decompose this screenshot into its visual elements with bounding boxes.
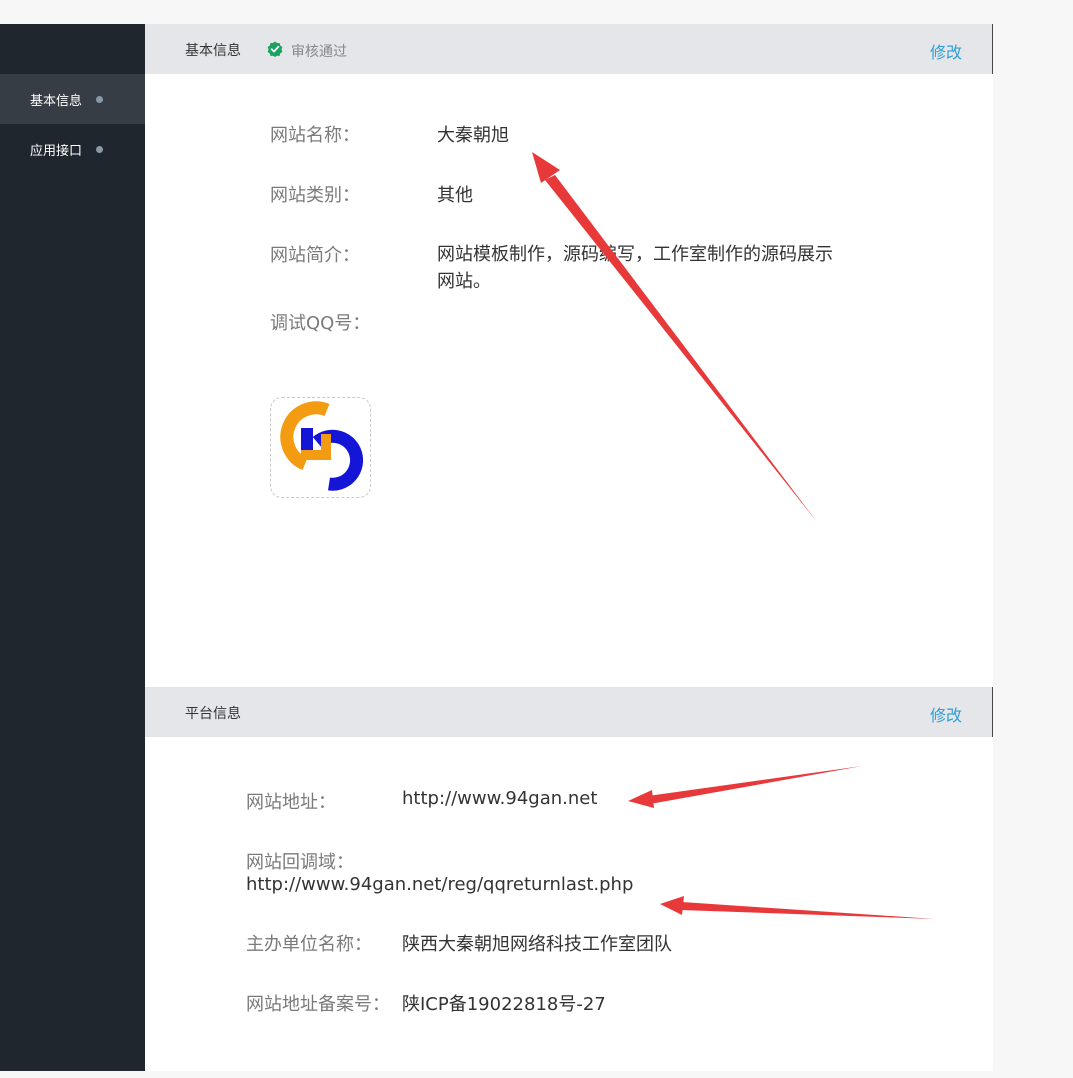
- site-category-label: 网站类别：: [270, 185, 360, 206]
- site-logo-icon: [280, 401, 364, 491]
- site-url-value: http://www.94gan.net: [402, 788, 598, 809]
- icp-label: 网站地址备案号：: [246, 994, 390, 1015]
- site-intro-label: 网站简介：: [270, 245, 360, 266]
- site-category-value: 其他: [437, 185, 473, 206]
- sidebar: [0, 24, 145, 1071]
- callback-domain-value: http://www.94gan.net/reg/qqreturnlast.ph…: [246, 874, 634, 895]
- platform-info-header: 平台信息 修改: [145, 687, 993, 737]
- organizer-value: 陕西大秦朝旭网络科技工作室团队: [402, 934, 672, 955]
- status-badge: 审核通过: [291, 44, 347, 60]
- callback-domain-label: 网站回调域：: [246, 852, 354, 873]
- dot-icon: [96, 145, 104, 153]
- basic-info-header: 基本信息 审核通过 修改: [145, 24, 993, 74]
- icp-value: 陕ICP备19022818号-27: [402, 994, 606, 1015]
- edit-platform-info-link[interactable]: 修改: [930, 702, 962, 726]
- edit-basic-info-link[interactable]: 修改: [930, 39, 962, 63]
- site-url-label: 网站地址：: [246, 792, 336, 813]
- sidebar-item-app-interface[interactable]: 应用接口: [0, 124, 145, 174]
- sidebar-item-basic-info[interactable]: 基本信息: [0, 74, 145, 124]
- section-title: 平台信息: [185, 706, 241, 722]
- verified-check-icon: [267, 41, 283, 57]
- site-name-value: 大秦朝旭: [437, 125, 509, 146]
- site-name-label: 网站名称：: [270, 125, 360, 146]
- site-intro-value: 网站模板制作，源码编写，工作室制作的源码展示网站。: [437, 244, 833, 292]
- site-logo: [270, 397, 371, 498]
- debug-qq-label: 调试QQ号：: [270, 313, 371, 334]
- sidebar-item-label: 应用接口: [30, 143, 83, 159]
- dot-icon: [96, 95, 104, 103]
- organizer-label: 主办单位名称：: [246, 934, 372, 955]
- sidebar-item-label: 基本信息: [30, 93, 83, 109]
- section-title: 基本信息: [185, 43, 241, 59]
